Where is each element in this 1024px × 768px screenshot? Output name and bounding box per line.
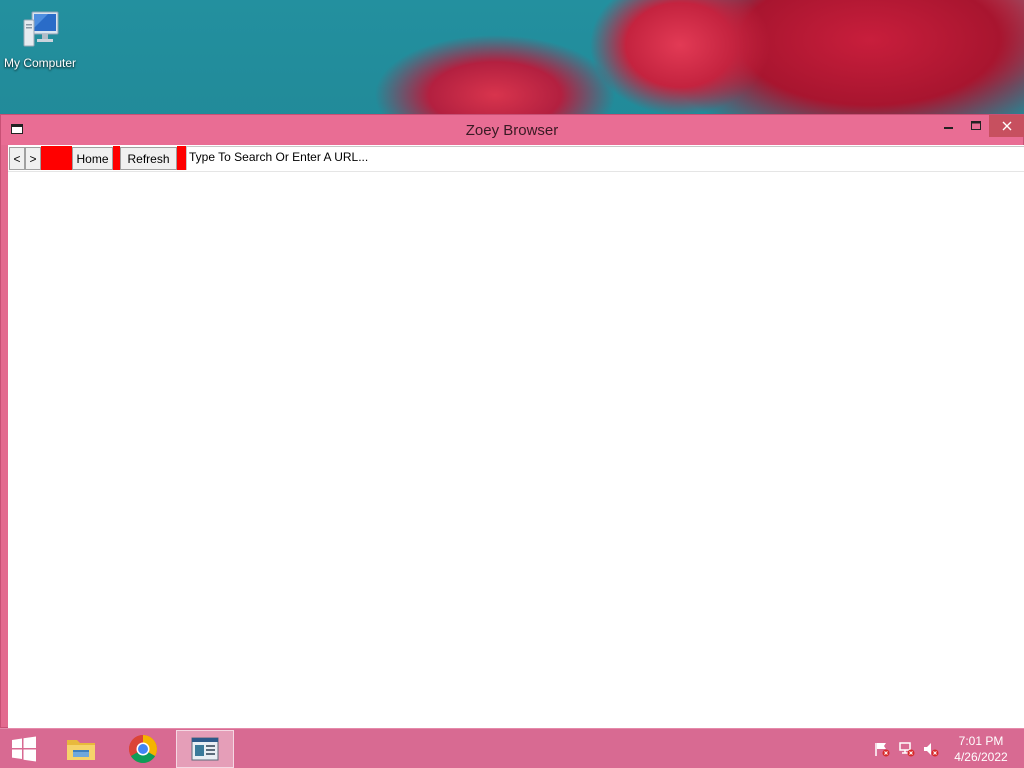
back-button[interactable]: <: [9, 147, 25, 170]
browser-toolbar: < > Home Refresh Type To Search Or Enter…: [8, 145, 1024, 171]
refresh-button[interactable]: Refresh: [120, 147, 177, 170]
computer-icon: [18, 8, 62, 52]
volume-muted-icon[interactable]: [922, 741, 940, 757]
refresh-label: Refresh: [127, 151, 170, 166]
maximize-icon: [971, 121, 981, 130]
maximize-button[interactable]: [963, 115, 989, 137]
forward-label: >: [29, 151, 37, 166]
taskbar-chrome[interactable]: [120, 730, 166, 768]
toolbar-accent-block: [113, 146, 120, 170]
taskbar: 7:01 PM 4/26/2022: [0, 728, 1024, 768]
taskbar-zoey-browser[interactable]: [176, 730, 234, 768]
window-title: Zoey Browser: [465, 122, 559, 139]
close-icon: [1002, 121, 1012, 131]
minimize-button[interactable]: [935, 115, 963, 137]
home-label: Home: [76, 151, 109, 166]
close-button[interactable]: [989, 115, 1024, 137]
page-content-area[interactable]: [8, 171, 1024, 729]
address-bar[interactable]: Type To Search Or Enter A URL...: [186, 146, 1024, 170]
windows-start-icon: [12, 736, 36, 762]
taskbar-file-explorer[interactable]: [58, 730, 104, 768]
back-label: <: [13, 151, 21, 166]
address-placeholder: Type To Search Or Enter A URL...: [189, 150, 369, 164]
home-button[interactable]: Home: [72, 147, 113, 170]
forward-button[interactable]: >: [25, 147, 41, 170]
chrome-icon: [129, 735, 157, 763]
desktop-icon-my-computer[interactable]: My Computer: [2, 8, 78, 70]
toolbar-accent-block: [177, 146, 186, 170]
start-button[interactable]: [0, 730, 48, 768]
minimize-icon: [944, 127, 953, 129]
desktop-icon-label: My Computer: [3, 56, 77, 70]
clock-time: 7:01 PM: [958, 734, 1004, 748]
file-explorer-icon: [67, 740, 95, 760]
network-icon[interactable]: [898, 741, 916, 757]
system-clock[interactable]: 7:01 PM 4/26/2022: [944, 733, 1018, 765]
zoey-browser-icon: [191, 737, 219, 761]
toolbar-accent-block: [41, 146, 72, 170]
browser-window: Zoey Browser < > Home Refresh Type To Se…: [0, 114, 1024, 729]
action-center-flag-icon[interactable]: [873, 741, 891, 757]
clock-date: 4/26/2022: [954, 750, 1008, 764]
title-bar[interactable]: Zoey Browser: [1, 115, 1024, 145]
